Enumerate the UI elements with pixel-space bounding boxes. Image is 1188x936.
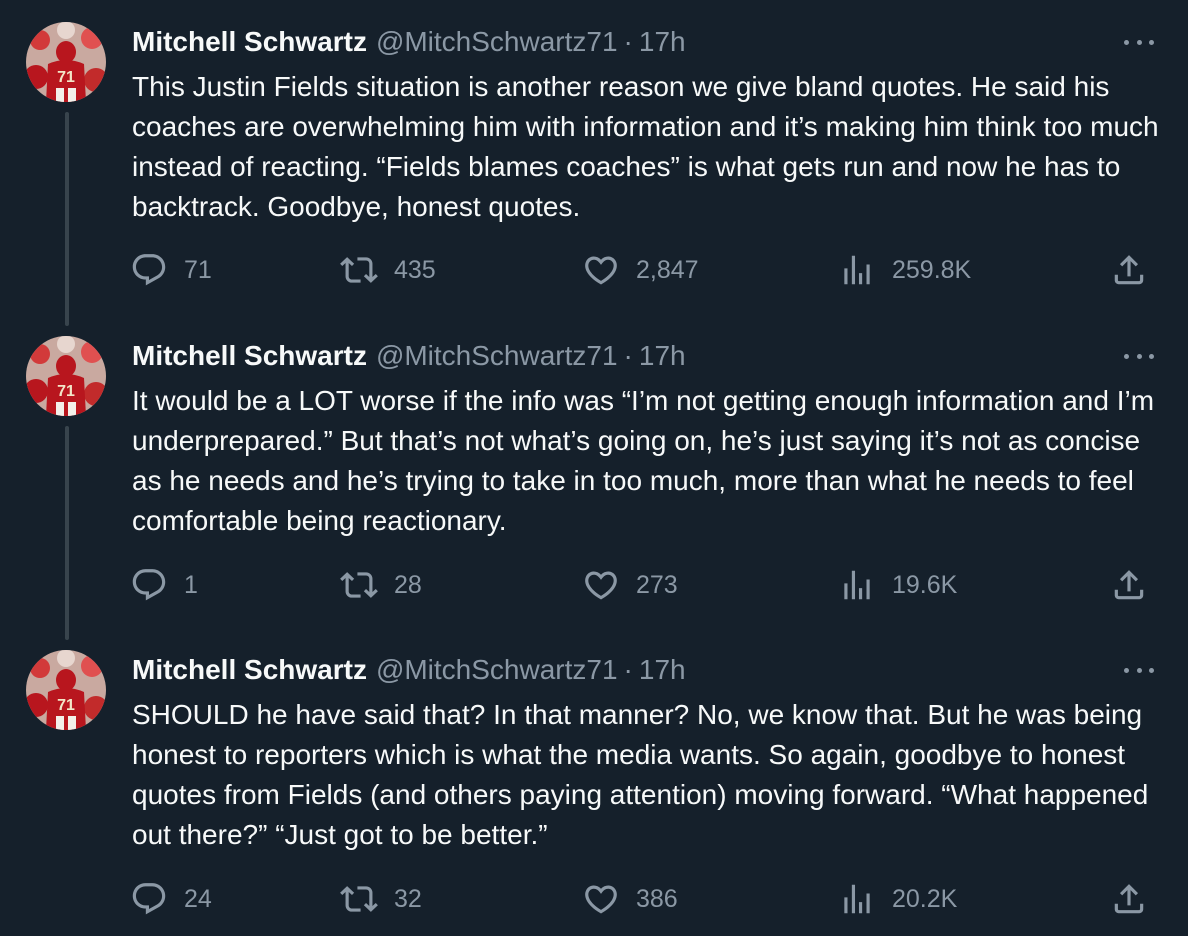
heart-icon (585, 256, 617, 285)
author-name[interactable]: Mitchell Schwartz (132, 654, 367, 686)
views-chart-icon (844, 255, 870, 285)
timestamp[interactable]: 17h (639, 26, 686, 58)
author-name[interactable]: Mitchell Schwartz (132, 340, 367, 372)
heart-icon (585, 571, 617, 600)
tweet-header: Mitchell Schwartz @MitchSchwartz71 · 17h (132, 650, 686, 690)
thread-line-1 (65, 112, 69, 326)
tweet-header: Mitchell Schwartz @MitchSchwartz71 · 17h (132, 336, 686, 376)
like-button[interactable]: 2,847 (582, 250, 699, 290)
reply-icon (132, 254, 166, 286)
reply-count: 1 (184, 570, 198, 599)
share-button[interactable] (1110, 565, 1148, 605)
action-bar: 24 32 386 20.2K (130, 879, 1160, 919)
share-icon (1114, 255, 1144, 285)
author-handle[interactable]: @MitchSchwartz71 (376, 26, 618, 58)
timestamp[interactable]: 17h (639, 340, 686, 372)
separator-dot: · (623, 340, 633, 371)
avatar[interactable]: 71 (26, 22, 106, 102)
separator-dot: · (623, 26, 633, 57)
author-name[interactable]: Mitchell Schwartz (132, 26, 367, 58)
views-count: 259.8K (892, 255, 972, 284)
author-handle[interactable]: @MitchSchwartz71 (376, 340, 618, 372)
share-button[interactable] (1110, 250, 1148, 290)
thread-line-2 (65, 426, 69, 640)
reply-button[interactable]: 24 (130, 879, 212, 919)
more-options-icon[interactable] (1124, 658, 1154, 682)
tweet-text: SHOULD he have said that? In that manner… (132, 699, 1149, 850)
reply-icon (132, 569, 166, 601)
reply-button[interactable]: 71 (130, 250, 212, 290)
like-count: 2,847 (636, 255, 699, 284)
heart-icon (585, 885, 617, 914)
share-button[interactable] (1110, 879, 1148, 919)
reply-icon (132, 883, 166, 915)
retweet-count: 28 (394, 570, 422, 599)
retweet-icon (340, 572, 378, 598)
retweet-icon (340, 886, 378, 912)
retweet-count: 435 (394, 255, 436, 284)
retweet-count: 32 (394, 884, 422, 913)
author-handle[interactable]: @MitchSchwartz71 (376, 654, 618, 686)
reply-button[interactable]: 1 (130, 565, 198, 605)
like-count: 386 (636, 884, 678, 913)
more-options-icon[interactable] (1124, 30, 1154, 54)
svg-text:71: 71 (57, 697, 75, 714)
tweet-text: This Justin Fields situation is another … (132, 71, 1159, 222)
retweet-icon (340, 257, 378, 283)
tweet-text: It would be a LOT worse if the info was … (132, 385, 1155, 536)
tweet-header: Mitchell Schwartz @MitchSchwartz71 · 17h (132, 22, 686, 62)
share-icon (1114, 884, 1144, 914)
like-button[interactable]: 273 (582, 565, 678, 605)
like-button[interactable]: 386 (582, 879, 678, 919)
views-button[interactable]: 19.6K (838, 565, 957, 605)
retweet-button[interactable]: 28 (340, 565, 422, 605)
action-bar: 71 435 2,847 259.8K (130, 250, 1160, 290)
views-count: 20.2K (892, 884, 958, 913)
more-options-icon[interactable] (1124, 344, 1154, 368)
like-count: 273 (636, 570, 678, 599)
retweet-button[interactable]: 435 (340, 250, 436, 290)
views-chart-icon (844, 570, 870, 600)
views-button[interactable]: 20.2K (838, 879, 957, 919)
reply-count: 71 (184, 255, 212, 284)
reply-count: 24 (184, 884, 212, 913)
action-bar: 1 28 273 19.6K (130, 565, 1160, 605)
separator-dot: · (623, 654, 633, 685)
avatar[interactable]: 71 (26, 650, 106, 730)
views-chart-icon (844, 884, 870, 914)
views-button[interactable]: 259.8K (838, 250, 971, 290)
svg-text:71: 71 (57, 383, 75, 400)
share-icon (1114, 570, 1144, 600)
timestamp[interactable]: 17h (639, 654, 686, 686)
views-count: 19.6K (892, 570, 958, 599)
retweet-button[interactable]: 32 (340, 879, 422, 919)
avatar[interactable]: 71 (26, 336, 106, 416)
svg-text:71: 71 (57, 69, 75, 86)
